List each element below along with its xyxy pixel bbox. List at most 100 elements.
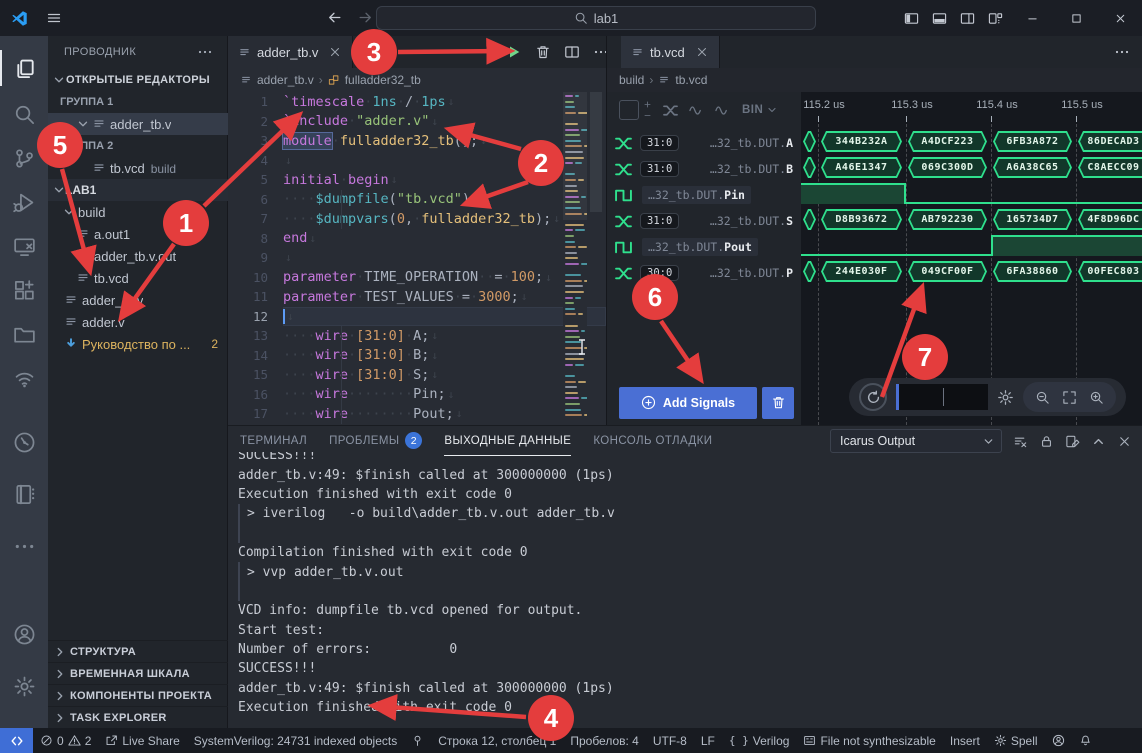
fit-screen-icon[interactable] (1062, 390, 1077, 405)
time-input[interactable] (896, 384, 988, 410)
toggle-panel-icon[interactable] (926, 5, 952, 31)
activity-extensions[interactable] (0, 272, 48, 308)
tree-item-tb.vcd[interactable]: tb.vcdbuild (48, 157, 228, 179)
window-maximize-icon[interactable] (1054, 0, 1098, 36)
editor-more-icon[interactable] (1114, 44, 1130, 60)
tree-folder-build[interactable]: build (48, 201, 228, 223)
port-status[interactable] (404, 734, 431, 747)
tab-close-icon[interactable] (328, 45, 342, 59)
workspace-root[interactable]: LAB1 (48, 179, 228, 201)
breadcrumb[interactable]: build › tb.vcd (607, 68, 1142, 92)
tree-item-adder_tb.v[interactable]: adder_tb.v (48, 113, 228, 135)
settings-gear-icon[interactable] (997, 389, 1014, 406)
signal-row-Pin[interactable]: …32_tb.DUT.Pin (607, 182, 801, 208)
format-dropdown[interactable]: BIN (742, 104, 778, 116)
analog-wave-icon[interactable] (689, 103, 704, 118)
activity-files[interactable] (0, 50, 48, 86)
sidebar-section-СТРУКТУРА[interactable]: СТРУКТУРА (48, 640, 228, 662)
editor-more-icon[interactable] (593, 44, 606, 60)
close-panel-icon[interactable] (1117, 434, 1132, 449)
activity-search[interactable] (0, 96, 48, 132)
tab-tb-vcd[interactable]: tb.vcd (621, 36, 720, 68)
waveform-canvas[interactable]: 115.2 us115.3 us115.4 us115.5 us344B232A… (801, 92, 1142, 425)
command-center-search[interactable]: lab1 (376, 6, 816, 30)
eol-status[interactable]: LF (694, 734, 722, 748)
nav-forward-icon[interactable] (357, 9, 374, 26)
run-button[interactable] (506, 44, 522, 60)
analog-wave-icon[interactable] (715, 103, 730, 118)
activity-run-debug[interactable] (0, 184, 48, 220)
split-editor-button[interactable] (564, 44, 580, 60)
tree-item-adder_tb.v[interactable]: adder_tb.v (48, 289, 228, 311)
lock-icon[interactable] (1039, 434, 1054, 449)
problems-status[interactable]: 0 2 (33, 734, 98, 748)
menu-icon[interactable] (46, 10, 62, 26)
trash-button[interactable] (535, 44, 551, 60)
refresh-button[interactable] (859, 383, 887, 411)
tree-item-adder.v[interactable]: adder.v (48, 311, 228, 333)
clear-output-icon[interactable] (1013, 434, 1028, 449)
nav-back-icon[interactable] (326, 9, 343, 26)
toggle-sidebar-icon[interactable] (898, 5, 924, 31)
tree-item-tb.vcd[interactable]: tb.vcd (48, 267, 228, 289)
sidebar-section-ВРЕМЕННАЯ ШКАЛА[interactable]: ВРЕМЕННАЯ ШКАЛА (48, 662, 228, 684)
output-channel-select[interactable]: Icarus Output (830, 429, 1002, 453)
breadcrumb[interactable]: adder_tb.v › fulladder32_tb (228, 68, 606, 92)
signal-row-A[interactable]: 31:0…32_tb.DUT.A (607, 130, 801, 156)
insert-mode-status[interactable]: Insert (943, 734, 987, 748)
activity-wireless[interactable] (0, 360, 48, 396)
cursor-position[interactable]: Строка 12, столбец 1 (431, 734, 563, 748)
breadcrumb-symbol[interactable]: fulladder32_tb (345, 73, 421, 87)
activity-notebook[interactable] (0, 476, 48, 512)
tab-adder-tb-v[interactable]: adder_tb.v (228, 36, 353, 68)
activity-more[interactable] (0, 528, 48, 564)
synthesis-status[interactable]: File not synthesizable (796, 734, 942, 748)
sidebar-section-КОМПОНЕНТЫ ПРОЕКТА[interactable]: КОМПОНЕНТЫ ПРОЕКТА (48, 684, 228, 706)
minus-icon[interactable] (643, 111, 652, 120)
value-box-button[interactable] (619, 100, 639, 120)
encoding-status[interactable]: UTF-8 (646, 734, 694, 748)
spell-status[interactable]: Spell (987, 734, 1045, 748)
signal-row-Pout[interactable]: …32_tb.DUT.Pout (607, 234, 801, 260)
signal-row-P[interactable]: 30:0…32_tb.DUT.P (607, 260, 801, 286)
language-status[interactable]: { }Verilog (722, 734, 797, 748)
window-minimize-icon[interactable] (1010, 0, 1054, 36)
editor-scrollbar[interactable] (590, 92, 602, 212)
activity-timeline-clock[interactable] (0, 424, 48, 460)
remove-signals-button[interactable] (762, 387, 794, 419)
tree-item-adder_tb.v.out[interactable]: adder_tb.v.out (48, 245, 228, 267)
breadcrumb-file[interactable]: tb.vcd (675, 73, 707, 87)
customize-layout-icon[interactable] (982, 5, 1008, 31)
maximize-panel-icon[interactable] (1091, 434, 1106, 449)
add-signals-button[interactable]: Add Signals (619, 387, 757, 419)
indentation-status[interactable]: Пробелов: 4 (563, 734, 646, 748)
activity-remote-explorer[interactable] (0, 228, 48, 264)
bus-format-icon[interactable] (663, 103, 678, 118)
activity-settings-gear[interactable] (0, 668, 48, 704)
person-status[interactable] (1045, 734, 1072, 747)
live-share-status[interactable]: Live Share (98, 734, 186, 748)
explorer-more-icon[interactable] (197, 44, 213, 60)
indexer-status[interactable]: SystemVerilog: 24731 indexed objects (187, 734, 404, 748)
activity-source-control[interactable] (0, 140, 48, 176)
tab-close-icon[interactable] (695, 45, 709, 59)
notifications-status[interactable] (1072, 734, 1099, 747)
tree-item-a.out1[interactable]: a.out1 (48, 223, 228, 245)
toggle-secondary-sidebar-icon[interactable] (954, 5, 980, 31)
zoom-out-icon[interactable] (1035, 390, 1050, 405)
tree-item-Руководство по ...[interactable]: Руководство по ...2 (48, 333, 228, 355)
breadcrumb-folder[interactable]: build (619, 73, 644, 87)
activity-project-folder[interactable] (0, 316, 48, 352)
open-editors-header[interactable]: ОТКРЫТЫЕ РЕДАКТОРЫ (48, 69, 228, 91)
plus-icon[interactable] (643, 100, 652, 109)
signal-row-S[interactable]: 31:0…32_tb.DUT.S (607, 208, 801, 234)
signal-row-B[interactable]: 31:0…32_tb.DUT.B (607, 156, 801, 182)
open-in-editor-icon[interactable] (1065, 434, 1080, 449)
remote-indicator[interactable] (0, 728, 33, 753)
breadcrumb-file[interactable]: adder_tb.v (257, 73, 314, 87)
code-editor[interactable]: 1`timescale·1ns·/·1ps↓2`include·"adder.v… (228, 92, 606, 425)
output-console[interactable]: SUCCESS!!!adder_tb.v:49: $finish called … (238, 452, 1138, 728)
activity-account[interactable] (0, 616, 48, 652)
sidebar-section-TASK EXPLORER[interactable]: TASK EXPLORER (48, 706, 228, 728)
zoom-in-icon[interactable] (1089, 390, 1104, 405)
